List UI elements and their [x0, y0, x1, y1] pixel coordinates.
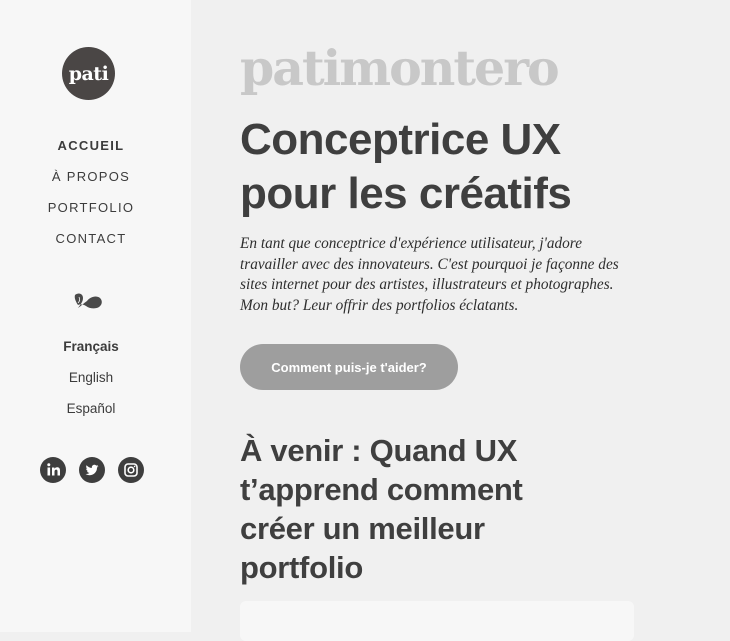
language-switcher: Français English Español	[0, 338, 182, 431]
logo[interactable]: pati	[62, 47, 115, 100]
sidebar: pati ACCUEIL À PROPOS PORTFOLIO CONTACT …	[0, 0, 191, 632]
nav-item-contact[interactable]: CONTACT	[0, 230, 182, 261]
headline-line-2: pour les créatifs	[240, 169, 572, 218]
twitter-icon	[85, 464, 99, 476]
nav-item-accueil[interactable]: ACCUEIL	[0, 137, 182, 168]
upcoming-post-title[interactable]: À venir : Quand UX t’apprend comment cré…	[240, 431, 580, 587]
nav-item-a-propos[interactable]: À PROPOS	[0, 168, 182, 199]
language-francais[interactable]: Français	[0, 338, 182, 369]
intro-paragraph: En tant que conceptrice d'expérience uti…	[240, 235, 619, 314]
instagram-icon	[124, 463, 138, 477]
page-headline: Conceptrice UX pour les créatifs	[240, 113, 710, 221]
nav-item-portfolio[interactable]: PORTFOLIO	[0, 199, 182, 230]
language-espanol[interactable]: Español	[0, 400, 182, 431]
leaf-ornament-icon	[74, 293, 102, 309]
wordmark: patimontero	[240, 39, 560, 97]
help-cta-button[interactable]: Comment puis-je t'aider?	[240, 344, 458, 390]
headline-line-1: Conceptrice UX	[240, 115, 561, 164]
linkedin-link[interactable]	[40, 457, 66, 483]
language-english[interactable]: English	[0, 369, 182, 400]
linkedin-icon	[47, 463, 60, 476]
post-card[interactable]	[240, 601, 634, 641]
instagram-link[interactable]	[118, 457, 144, 483]
logo-text: pati	[68, 62, 109, 85]
main-nav: ACCUEIL À PROPOS PORTFOLIO CONTACT	[0, 137, 182, 261]
twitter-link[interactable]	[79, 457, 105, 483]
